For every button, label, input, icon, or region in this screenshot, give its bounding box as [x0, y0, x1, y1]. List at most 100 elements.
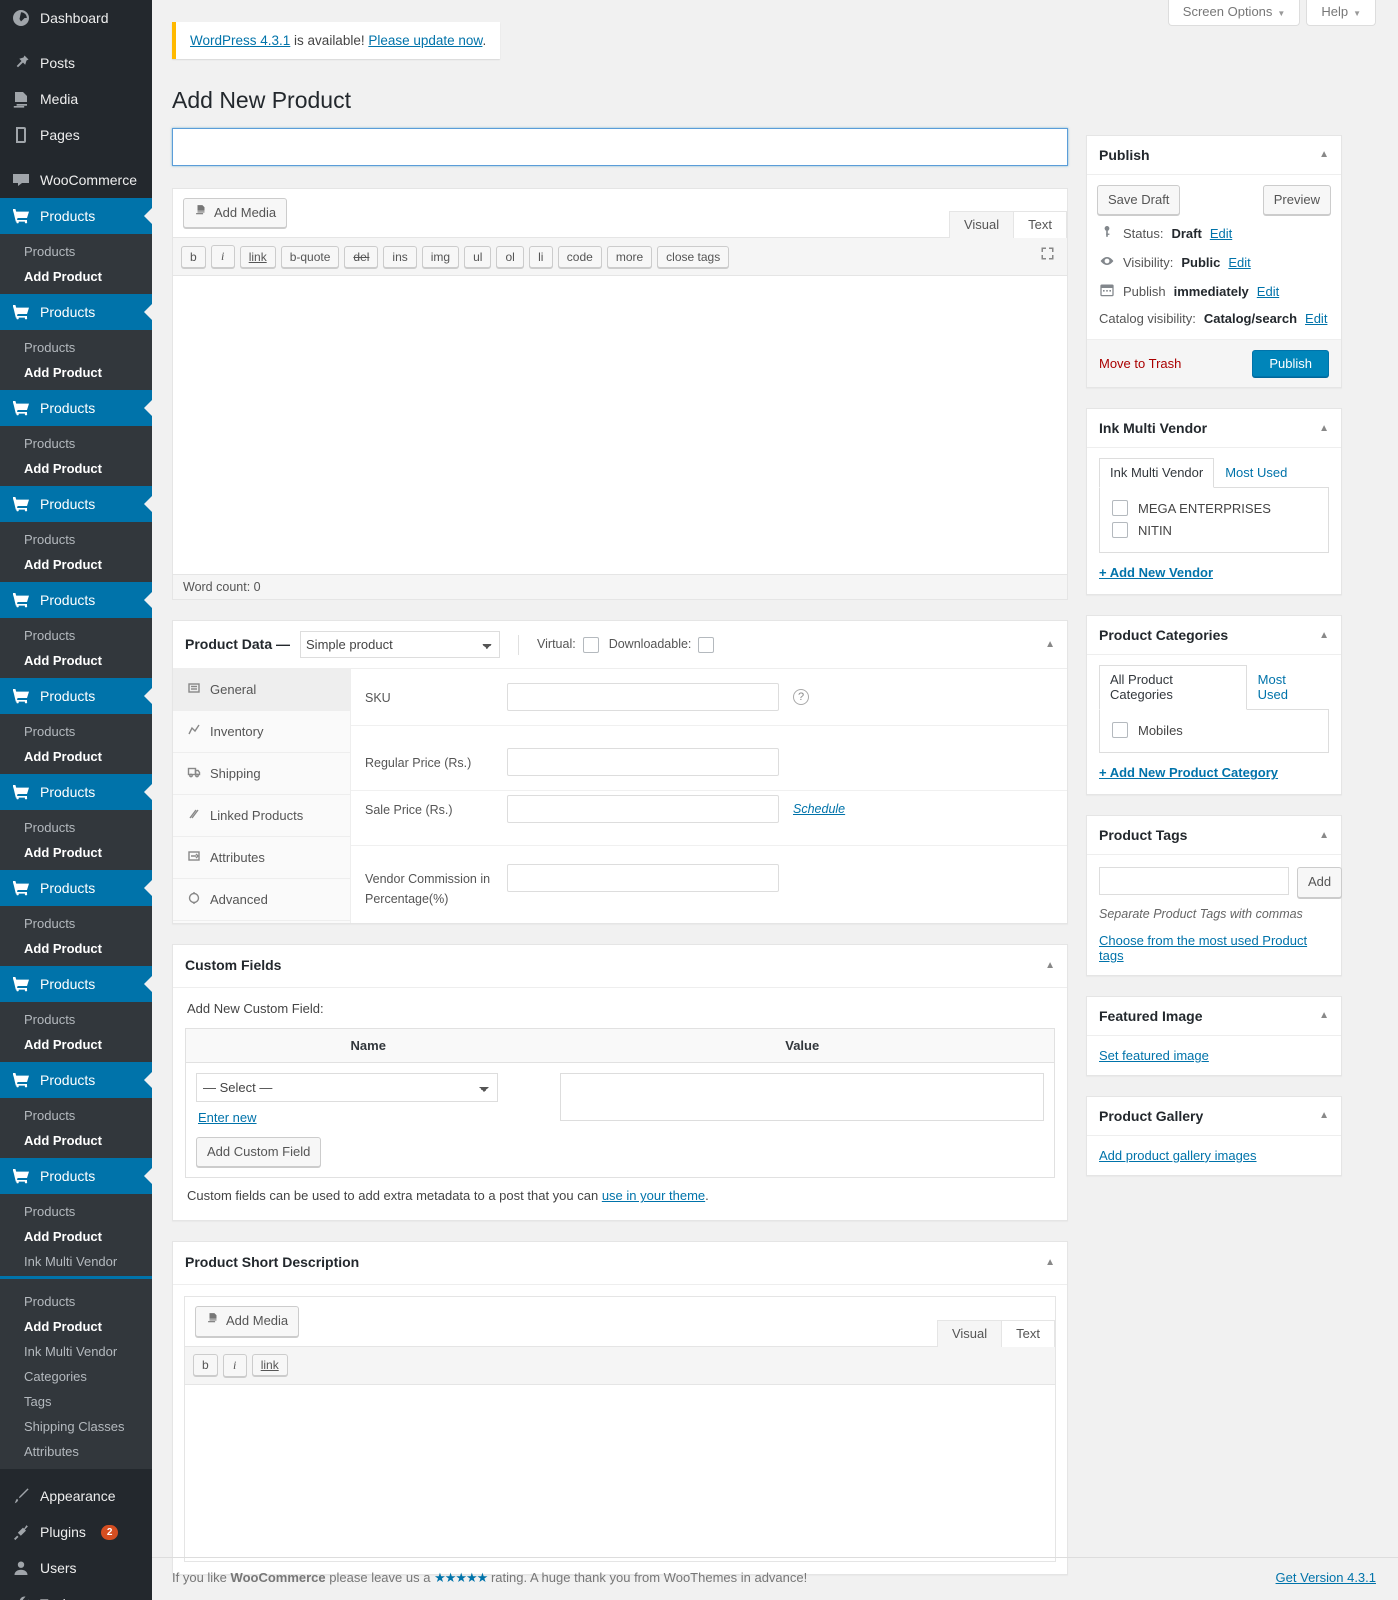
sidebar-subitem-add-product[interactable]: Add Product: [0, 1128, 152, 1153]
sidebar-item-products[interactable]: Products: [0, 1158, 152, 1194]
vendor-commission-input[interactable]: [507, 864, 779, 893]
category-tab-all-product-categories[interactable]: All Product Categories: [1099, 665, 1247, 711]
sidebar-item-posts[interactable]: Posts: [0, 45, 152, 81]
sidebar-subitem-products[interactable]: Products: [0, 431, 152, 456]
sidebar-subitem-add-product[interactable]: Add Product: [0, 1032, 152, 1057]
quicktag-more[interactable]: more: [606, 245, 653, 268]
category-item[interactable]: Mobiles: [1112, 720, 1316, 742]
virtual-checkbox[interactable]: [582, 636, 599, 653]
sidebar-subitem-products[interactable]: Products: [0, 335, 152, 360]
sidebar-item-media[interactable]: Media: [0, 81, 152, 117]
quicktag-ins[interactable]: ins: [383, 245, 417, 268]
product-type-select[interactable]: Simple product: [300, 631, 501, 659]
sidebar-item-dashboard[interactable]: Dashboard: [0, 0, 152, 36]
content-textarea[interactable]: [173, 276, 1067, 575]
sidebar-subitem-attributes[interactable]: Attributes: [0, 1439, 152, 1464]
sidebar-subitem-add-product[interactable]: Add Product: [0, 840, 152, 865]
product-data-tab-inventory[interactable]: Inventory: [173, 711, 350, 754]
quicktag-b-quote[interactable]: b-quote: [280, 245, 340, 268]
sidebar-subitem-products[interactable]: Products: [0, 239, 152, 264]
quicktag-ol[interactable]: ol: [496, 245, 524, 268]
sidebar-item-products[interactable]: Products: [0, 582, 152, 618]
toggle-product-data-icon[interactable]: ▲: [1045, 638, 1055, 652]
sidebar-subitem-products[interactable]: Products: [0, 719, 152, 744]
sidebar-item-plugins[interactable]: Plugins 2: [0, 1514, 152, 1550]
short-add-media-button[interactable]: Add Media: [195, 1306, 300, 1337]
add-new-vendor-link[interactable]: + Add New Vendor: [1099, 565, 1329, 580]
custom-field-value-textarea[interactable]: [560, 1072, 1044, 1121]
product-data-tab-general[interactable]: General: [173, 669, 350, 712]
sidebar-subitem-add-product[interactable]: Add Product: [0, 456, 152, 481]
add-new-category-link[interactable]: + Add New Product Category: [1099, 765, 1329, 780]
move-to-trash-link[interactable]: Move to Trash: [1099, 356, 1181, 371]
sidebar-subitem-add-product[interactable]: Add Product: [0, 936, 152, 961]
toggle-gallery-icon[interactable]: ▲: [1319, 1110, 1329, 1121]
quicktag-i[interactable]: i: [210, 245, 235, 269]
sidebar-subitem-tags[interactable]: Tags: [0, 1389, 152, 1414]
rating-stars[interactable]: ★★★★★: [434, 1570, 488, 1585]
quicktag-link[interactable]: link: [239, 245, 276, 268]
quicktag-li[interactable]: li: [528, 245, 553, 268]
catalog-visibility-edit-link[interactable]: Edit: [1305, 311, 1327, 326]
tab-text[interactable]: Text: [1013, 211, 1067, 239]
sidebar-item-products[interactable]: Products: [0, 198, 152, 234]
schedule-link[interactable]: Schedule: [793, 802, 845, 816]
downloadable-checkbox[interactable]: [698, 636, 715, 653]
category-checkbox[interactable]: [1112, 722, 1128, 739]
quicktag-ul[interactable]: ul: [464, 245, 492, 268]
set-featured-image-link[interactable]: Set featured image: [1087, 1036, 1341, 1075]
custom-field-name-select[interactable]: — Select —: [196, 1072, 498, 1102]
add-gallery-images-link[interactable]: Add product gallery images: [1087, 1136, 1341, 1175]
most-used-tags-link[interactable]: Choose from the most used Product tags: [1087, 921, 1341, 975]
quicktag-close-tags[interactable]: close tags: [657, 245, 730, 268]
sidebar-item-appearance[interactable]: Appearance: [0, 1478, 152, 1514]
sidebar-subitem-products[interactable]: Products: [0, 623, 152, 648]
short-tab-visual[interactable]: Visual: [936, 1319, 1003, 1347]
sidebar-item-products[interactable]: Products: [0, 1062, 152, 1098]
toggle-custom-fields-icon[interactable]: ▲: [1045, 959, 1055, 973]
save-draft-button[interactable]: Save Draft: [1097, 184, 1181, 216]
toggle-short-description-icon[interactable]: ▲: [1045, 1256, 1055, 1270]
sidebar-item-products[interactable]: Products: [0, 486, 152, 522]
add-custom-field-button[interactable]: Add Custom Field: [196, 1136, 322, 1168]
regular-price-input[interactable]: [507, 748, 779, 777]
wordpress-version-link[interactable]: WordPress 4.3.1: [190, 33, 290, 48]
sku-input[interactable]: [507, 683, 779, 712]
sidebar-item-woocommerce[interactable]: WooCommerce: [0, 162, 152, 198]
sidebar-subitem-products[interactable]: Products: [0, 911, 152, 936]
sidebar-item-products[interactable]: Products: [0, 294, 152, 330]
enter-new-link[interactable]: Enter new: [198, 1110, 540, 1125]
short-description-textarea[interactable]: [185, 1384, 1055, 1561]
sidebar-subitem-add-product[interactable]: Add Product: [0, 1224, 152, 1249]
sidebar-subitem-products[interactable]: Products: [0, 1289, 152, 1314]
sidebar-item-users[interactable]: Users: [0, 1550, 152, 1586]
sale-price-input[interactable]: [507, 795, 779, 824]
fullscreen-icon[interactable]: [1040, 246, 1055, 264]
sidebar-item-tools[interactable]: Tools: [0, 1586, 152, 1600]
sidebar-item-products[interactable]: Products: [0, 774, 152, 810]
vendor-checkbox[interactable]: [1112, 522, 1128, 539]
vendor-checkbox[interactable]: [1112, 500, 1128, 517]
vendor-item[interactable]: MEGA ENTERPRISES: [1112, 498, 1316, 520]
sidebar-item-products[interactable]: Products: [0, 678, 152, 714]
sidebar-subitem-products[interactable]: Products: [0, 815, 152, 840]
sidebar-item-pages[interactable]: Pages: [0, 117, 152, 153]
product-data-tab-attributes[interactable]: Attributes: [173, 837, 350, 880]
sidebar-subitem-products[interactable]: Products: [0, 1007, 152, 1032]
visibility-edit-link[interactable]: Edit: [1228, 255, 1250, 270]
update-now-link[interactable]: Please update now: [368, 33, 482, 48]
toggle-vendor-icon[interactable]: ▲: [1319, 423, 1329, 434]
sidebar-subitem-ink-multi-vendor[interactable]: Ink Multi Vendor: [0, 1339, 152, 1364]
add-tag-button[interactable]: Add: [1297, 867, 1343, 898]
help-icon[interactable]: ?: [793, 689, 809, 706]
sidebar-subitem-add-product[interactable]: Add Product: [0, 552, 152, 577]
sidebar-item-products[interactable]: Products: [0, 870, 152, 906]
toggle-categories-icon[interactable]: ▲: [1319, 630, 1329, 641]
sidebar-item-products[interactable]: Products: [0, 966, 152, 1002]
sidebar-subitem-products[interactable]: Products: [0, 1199, 152, 1224]
quicktag-b[interactable]: b: [193, 1354, 218, 1377]
sidebar-subitem-products[interactable]: Products: [0, 527, 152, 552]
quicktag-i[interactable]: i: [222, 1353, 247, 1377]
tag-input[interactable]: [1099, 867, 1289, 896]
vendor-item[interactable]: NITIN: [1112, 520, 1316, 542]
